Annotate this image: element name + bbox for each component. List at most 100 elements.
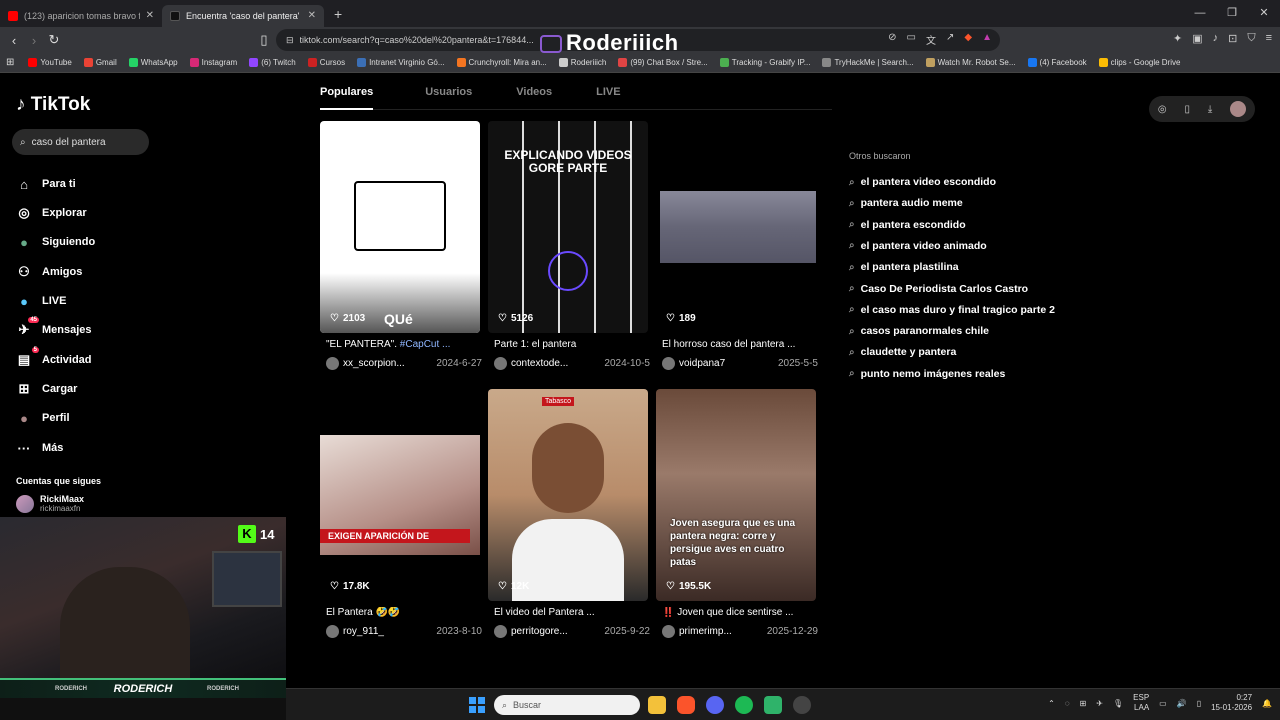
battery-icon[interactable]: ▯ bbox=[1197, 699, 1201, 708]
brave-browser-icon[interactable] bbox=[677, 696, 695, 714]
video-thumbnail[interactable] bbox=[656, 121, 816, 333]
file-explorer-icon[interactable] bbox=[648, 696, 666, 714]
followed-account[interactable]: RickiMaax rickimaaxfn bbox=[16, 494, 84, 513]
suggestion-item[interactable]: ⌕ punto nemo imágenes reales bbox=[849, 368, 1005, 380]
translate-icon[interactable]: 文 bbox=[926, 32, 936, 47]
forward-icon[interactable]: › bbox=[24, 33, 44, 48]
menu-icon[interactable]: ≡ bbox=[1266, 32, 1272, 45]
network-icon[interactable]: ▭ bbox=[1159, 699, 1167, 708]
microphone-icon[interactable]: 🎙 bbox=[1113, 699, 1123, 708]
suggestion-item[interactable]: ⌕ el pantera video escondido bbox=[849, 176, 996, 188]
back-icon[interactable]: ‹ bbox=[4, 33, 24, 48]
video-title[interactable]: El Pantera 🤣🤣 bbox=[326, 607, 478, 618]
video-thumbnail[interactable]: QUé bbox=[320, 121, 480, 333]
tray-app-icon[interactable]: ◌ bbox=[1065, 699, 1070, 708]
bookmark-item[interactable]: Roderiiich bbox=[558, 58, 606, 67]
apps-icon[interactable]: ⊞ bbox=[6, 57, 14, 68]
tray-app3-icon[interactable]: ✈ bbox=[1096, 699, 1103, 708]
search-input[interactable]: ⌕ caso del pantera bbox=[12, 129, 149, 155]
bookmark-item[interactable]: TryHackMe | Search... bbox=[822, 58, 914, 67]
discord-icon[interactable] bbox=[706, 696, 724, 714]
bookmark-item[interactable]: YouTube bbox=[28, 58, 72, 67]
clock[interactable]: 0:27 15-01-2026 bbox=[1211, 693, 1252, 713]
coin-icon[interactable]: ◎ bbox=[1158, 104, 1167, 115]
reload-icon[interactable]: ↻ bbox=[44, 32, 64, 48]
video-title[interactable]: "EL PANTERA". #CapCut ... bbox=[326, 339, 478, 350]
username[interactable]: contextode... bbox=[511, 358, 581, 369]
suggestion-item[interactable]: ⌕ el pantera plastilina bbox=[849, 261, 959, 273]
bookmark-item[interactable]: Instagram bbox=[189, 58, 237, 67]
close-window-icon[interactable]: ✕ bbox=[1248, 0, 1280, 27]
video-title[interactable]: Él video del Pantera ... bbox=[494, 607, 646, 618]
suggestion-item[interactable]: ⌕ el pantera escondido bbox=[849, 219, 966, 231]
avatar[interactable] bbox=[494, 625, 507, 638]
bookmark-item[interactable]: Watch Mr. Robot Se... bbox=[925, 58, 1016, 67]
username[interactable]: voidpana7 bbox=[679, 358, 749, 369]
cast-icon[interactable]: ▭ bbox=[907, 32, 916, 47]
tray-app2-icon[interactable]: ⊞ bbox=[1080, 699, 1087, 708]
taskbar-search-input[interactable]: ⌕ Buscar bbox=[494, 695, 640, 715]
volume-icon[interactable]: 🔊 bbox=[1177, 699, 1187, 708]
avatar[interactable] bbox=[662, 625, 675, 638]
sidebar-item-amigos[interactable]: ⚇ Amigos bbox=[16, 264, 82, 280]
video-thumbnail[interactable]: EXPLICANDO VIDEOS GORE PARTE bbox=[488, 121, 648, 333]
suggestion-item[interactable]: ⌕ pantera audio meme bbox=[849, 197, 963, 209]
notifications-icon[interactable]: 🔔 bbox=[1262, 699, 1272, 708]
sidebar-item-mas[interactable]: ··· Más bbox=[16, 440, 64, 456]
bookmark-icon[interactable]: ▯ bbox=[254, 32, 274, 48]
sidebar-item-perfil[interactable]: ● Perfil bbox=[16, 410, 69, 426]
avatar[interactable] bbox=[662, 357, 675, 370]
tiktok-logo[interactable]: ♪ TikTok bbox=[16, 94, 90, 116]
username[interactable]: primerimp... bbox=[679, 626, 749, 637]
tab-usuarios[interactable]: Usuarios bbox=[425, 86, 516, 109]
video-thumbnail[interactable]: Tabasco bbox=[488, 389, 648, 601]
sidebar-item-siguiendo[interactable]: ● Siguiendo bbox=[16, 234, 95, 250]
username[interactable]: perritogore... bbox=[511, 626, 581, 637]
hashtag[interactable]: #CapCut ... bbox=[397, 339, 451, 350]
language-indicator[interactable]: ESP LAA bbox=[1133, 693, 1149, 713]
suggestion-item[interactable]: ⌕ el caso mas duro y final tragico parte … bbox=[849, 304, 1055, 316]
sidebar-icon[interactable]: ▣ bbox=[1192, 32, 1202, 45]
tab-populares[interactable]: Populares bbox=[320, 86, 374, 110]
video-thumbnail[interactable]: EXIGEN APARICIÓN DE bbox=[320, 389, 480, 601]
close-tab-icon[interactable]: ✕ bbox=[146, 10, 154, 21]
bookmark-item[interactable]: Intranet Virginio Gó... bbox=[357, 58, 445, 67]
wallet-icon[interactable]: ⊡ bbox=[1228, 32, 1237, 45]
brave-rewards-icon[interactable]: ▲ bbox=[982, 32, 992, 47]
new-tab-button[interactable]: + bbox=[324, 6, 352, 22]
close-tab-icon[interactable]: ✕ bbox=[308, 10, 316, 21]
mute-icon[interactable]: ⊘ bbox=[888, 32, 896, 47]
extensions-icon[interactable]: ✦ bbox=[1173, 32, 1182, 45]
device-icon[interactable]: ▯ bbox=[1184, 104, 1190, 115]
bookmark-item[interactable]: (4) Facebook bbox=[1027, 58, 1087, 67]
suggestion-item[interactable]: ⌕ Caso De Periodista Carlos Castro bbox=[849, 283, 1028, 295]
browser-tab-tiktok[interactable]: Encuentra 'caso del pantera' en TikTok ✕ bbox=[162, 4, 324, 27]
tab-live[interactable]: LIVE bbox=[596, 86, 664, 109]
profile-avatar-icon[interactable] bbox=[1230, 101, 1247, 117]
vpn-icon[interactable]: ⛉ bbox=[1247, 32, 1255, 45]
bookmark-item[interactable]: Tracking - Grabify IP... bbox=[719, 58, 810, 67]
sidebar-item-actividad[interactable]: ▤ 5 Actividad bbox=[16, 347, 92, 368]
sidebar-item-mensajes[interactable]: ✈ 45 Mensajes bbox=[16, 317, 92, 338]
username[interactable]: xx_scorpion... bbox=[343, 358, 413, 369]
video-title[interactable]: Parte 1: el pantera bbox=[494, 339, 646, 350]
bookmark-item[interactable]: Cursos bbox=[307, 58, 345, 67]
avatar[interactable] bbox=[494, 357, 507, 370]
minimize-icon[interactable]: — bbox=[1184, 0, 1216, 27]
sidebar-item-explorar[interactable]: ◎ Explorar bbox=[16, 205, 86, 221]
sidebar-item-para-ti[interactable]: ⌂ Para ti bbox=[16, 176, 76, 192]
download-icon[interactable]: ⤓ bbox=[1208, 104, 1212, 115]
sidebar-item-live[interactable]: ● LIVE bbox=[16, 293, 66, 309]
spotify-icon[interactable] bbox=[735, 696, 753, 714]
bookmark-item[interactable]: Crunchyroll: Mira an... bbox=[456, 58, 547, 67]
share-icon[interactable]: ↗ bbox=[946, 32, 954, 47]
suggestion-item[interactable]: ⌕ el pantera video animado bbox=[849, 240, 987, 252]
username[interactable]: roy_911_ bbox=[343, 626, 413, 637]
sidebar-item-cargar[interactable]: ⊞ Cargar bbox=[16, 381, 78, 397]
chat-app-icon[interactable] bbox=[764, 696, 782, 714]
bookmark-item[interactable]: (6) Twitch bbox=[249, 58, 296, 67]
tray-chevron-icon[interactable]: ⌃ bbox=[1048, 699, 1055, 708]
suggestion-item[interactable]: ⌕ claudette y pantera bbox=[849, 346, 956, 358]
music-icon[interactable]: ♪ bbox=[1213, 32, 1219, 45]
bookmark-item[interactable]: Gmail bbox=[83, 58, 117, 67]
